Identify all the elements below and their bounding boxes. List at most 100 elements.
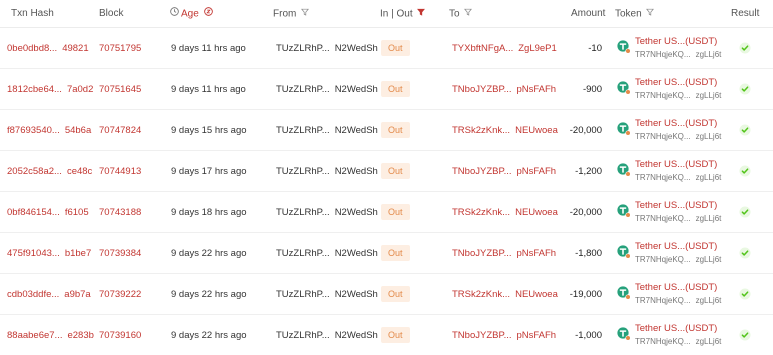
txn-hash-link[interactable]: 0bf846154... f6105: [7, 192, 89, 233]
from-address[interactable]: TUzZLRhP... N2WedSh: [276, 28, 378, 69]
txn-hash-link[interactable]: 1812cbe64... 7a0d2: [7, 69, 93, 110]
tether-icon: [617, 245, 631, 259]
tether-icon: [617, 286, 631, 300]
block-link[interactable]: 70739222: [99, 274, 141, 315]
column-header-age[interactable]: Age: [170, 0, 213, 28]
txn-hash-link[interactable]: 0be0dbd8... 49821: [7, 28, 89, 69]
check-circle-icon: [739, 329, 751, 341]
block-link[interactable]: 70747824: [99, 110, 141, 151]
direction-badge: Out: [381, 122, 410, 139]
token-name-link[interactable]: Tether US...(USDT): [635, 118, 717, 130]
from-address[interactable]: TUzZLRhP... N2WedSh: [276, 233, 378, 274]
table-row: 88aabe6e7... e283b 70739160 9 days 22 hrs…: [0, 315, 773, 355]
token-cell[interactable]: Tether US...(USDT) TR7NHqjeKQ... zgLLj6t: [617, 323, 727, 349]
age-text: 9 days 18 hrs ago: [171, 207, 247, 218]
check-circle-icon: [739, 288, 751, 300]
block-link[interactable]: 70739384: [99, 233, 141, 274]
amount-value: -20,000: [569, 207, 602, 218]
table-row: 0be0dbd8... 49821 70751795 9 days 11 hrs …: [0, 28, 773, 69]
token-contract-address: TR7NHqjeKQ... zgLLj6t: [635, 132, 722, 141]
token-contract-address: TR7NHqjeKQ... zgLLj6t: [635, 50, 722, 59]
tether-icon: [617, 163, 631, 177]
token-cell[interactable]: Tether US...(USDT) TR7NHqjeKQ... zgLLj6t: [617, 241, 727, 267]
column-header-block: Block: [99, 8, 124, 19]
direction-badge: Out: [381, 327, 410, 344]
column-header-in-out[interactable]: In | Out: [380, 0, 426, 28]
token-name-link[interactable]: Tether US...(USDT): [635, 200, 717, 212]
clock-icon: [170, 0, 179, 28]
filter-active-icon[interactable]: [417, 0, 426, 28]
column-header-to[interactable]: To: [449, 0, 473, 28]
age-text: 9 days 15 hrs ago: [171, 125, 247, 136]
token-cell[interactable]: Tether US...(USDT) TR7NHqjeKQ... zgLLj6t: [617, 36, 727, 62]
token-contract-address: TR7NHqjeKQ... zgLLj6t: [635, 214, 722, 223]
txn-hash-link[interactable]: cdb03ddfe... a9b7a: [7, 274, 91, 315]
from-address[interactable]: TUzZLRhP... N2WedSh: [276, 274, 378, 315]
age-text: 9 days 11 hrs ago: [171, 43, 246, 54]
check-circle-icon: [739, 42, 751, 54]
token-name-link[interactable]: Tether US...(USDT): [635, 36, 717, 48]
txn-hash-link[interactable]: 475f91043... b1be7: [7, 233, 91, 274]
check-circle-icon: [739, 247, 751, 259]
direction-badge: Out: [381, 40, 410, 57]
token-transfers-table: Txn Hash Block Age From In | Out To Amou…: [0, 0, 773, 355]
direction-cell: Out: [381, 233, 410, 274]
amount-value: -1,200: [575, 166, 602, 177]
token-cell[interactable]: Tether US...(USDT) TR7NHqjeKQ... zgLLj6t: [617, 282, 727, 308]
from-address[interactable]: TUzZLRhP... N2WedSh: [276, 192, 378, 233]
column-header-txn-hash: Txn Hash: [11, 8, 54, 19]
token-cell[interactable]: Tether US...(USDT) TR7NHqjeKQ... zgLLj6t: [617, 200, 727, 226]
from-address[interactable]: TUzZLRhP... N2WedSh: [276, 110, 378, 151]
table-row: 2052c58a2... ce48c 70744913 9 days 17 hrs…: [0, 151, 773, 192]
txn-hash-link[interactable]: f87693540... 54b6a: [7, 110, 91, 151]
token-cell[interactable]: Tether US...(USDT) TR7NHqjeKQ... zgLLj6t: [617, 118, 727, 144]
token-cell[interactable]: Tether US...(USDT) TR7NHqjeKQ... zgLLj6t: [617, 77, 727, 103]
token-name-link[interactable]: Tether US...(USDT): [635, 159, 717, 171]
column-header-amount: Amount: [571, 8, 606, 19]
token-cell[interactable]: Tether US...(USDT) TR7NHqjeKQ... zgLLj6t: [617, 159, 727, 185]
info-icon[interactable]: [203, 0, 213, 28]
block-link[interactable]: 70751795: [99, 28, 141, 69]
check-circle-icon: [739, 206, 751, 218]
token-name-link[interactable]: Tether US...(USDT): [635, 282, 717, 294]
txn-hash-link[interactable]: 2052c58a2... ce48c: [7, 151, 92, 192]
from-address[interactable]: TUzZLRhP... N2WedSh: [276, 69, 378, 110]
direction-cell: Out: [381, 110, 410, 151]
direction-cell: Out: [381, 274, 410, 315]
filter-icon[interactable]: [646, 0, 655, 28]
amount-value: -1,800: [575, 248, 602, 259]
age-text: 9 days 22 hrs ago: [171, 289, 247, 300]
direction-cell: Out: [381, 192, 410, 233]
direction-badge: Out: [381, 286, 410, 303]
column-header-result: Result: [731, 8, 760, 19]
token-name-link[interactable]: Tether US...(USDT): [635, 323, 717, 335]
block-link[interactable]: 70751645: [99, 69, 141, 110]
tether-icon: [617, 204, 631, 218]
from-address[interactable]: TUzZLRhP... N2WedSh: [276, 315, 378, 355]
column-header-token[interactable]: Token: [615, 0, 655, 28]
amount-value: -10: [588, 43, 602, 54]
table-header: Txn Hash Block Age From In | Out To Amou…: [0, 0, 773, 28]
table-row: 1812cbe64... 7a0d2 70751645 9 days 11 hrs…: [0, 69, 773, 110]
token-name-link[interactable]: Tether US...(USDT): [635, 241, 717, 253]
token-contract-address: TR7NHqjeKQ... zgLLj6t: [635, 337, 722, 346]
tether-icon: [617, 40, 631, 54]
direction-cell: Out: [381, 315, 410, 355]
from-address[interactable]: TUzZLRhP... N2WedSh: [276, 151, 378, 192]
block-link[interactable]: 70743188: [99, 192, 141, 233]
token-contract-address: TR7NHqjeKQ... zgLLj6t: [635, 91, 722, 100]
check-circle-icon: [739, 83, 751, 95]
direction-cell: Out: [381, 151, 410, 192]
filter-icon[interactable]: [464, 0, 473, 28]
token-name-link[interactable]: Tether US...(USDT): [635, 77, 717, 89]
filter-icon[interactable]: [301, 0, 310, 28]
tether-icon: [617, 81, 631, 95]
table-row: 0bf846154... f6105 70743188 9 days 18 hrs…: [0, 192, 773, 233]
block-link[interactable]: 70744913: [99, 151, 141, 192]
block-link[interactable]: 70739160: [99, 315, 141, 355]
column-header-from[interactable]: From: [273, 0, 310, 28]
amount-value: -1,000: [575, 330, 602, 341]
direction-badge: Out: [381, 81, 410, 98]
txn-hash-link[interactable]: 88aabe6e7... e283b: [7, 315, 94, 355]
direction-cell: Out: [381, 28, 410, 69]
